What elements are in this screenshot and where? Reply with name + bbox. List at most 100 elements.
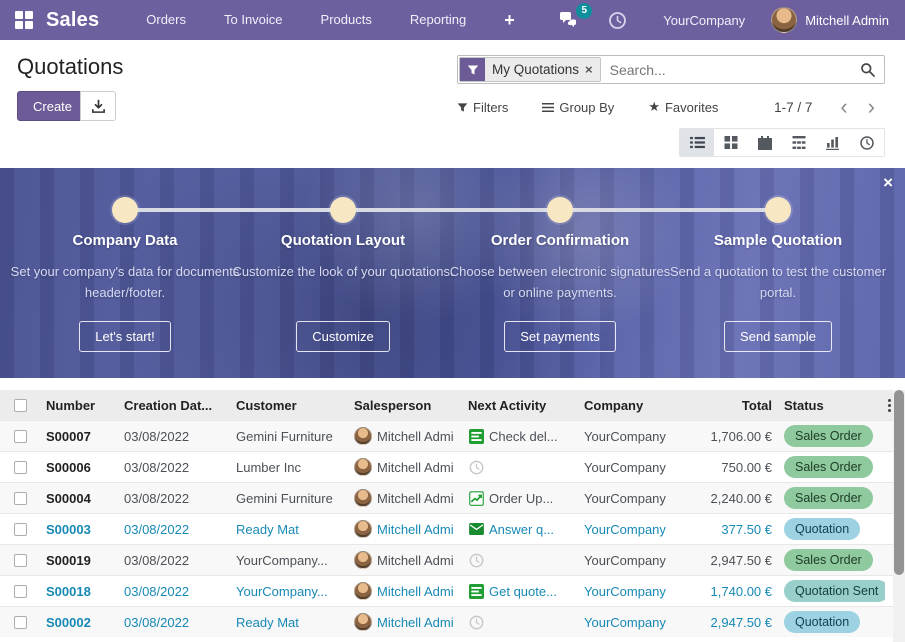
tasks-activity-icon[interactable]: [468, 583, 484, 599]
next-activity-label: Answer q...: [489, 522, 554, 537]
row-checkbox[interactable]: [14, 461, 27, 474]
table-row[interactable]: S00007 03/08/2022 Gemini Furniture Mitch…: [0, 420, 893, 451]
groupby-icon: [542, 102, 554, 113]
view-switcher: [679, 128, 885, 157]
graph-view-button[interactable]: [816, 129, 850, 156]
row-checkbox[interactable]: [14, 554, 27, 567]
column-options-icon[interactable]: [885, 399, 893, 412]
total-amount: 377.50 €: [682, 522, 778, 537]
filters-button[interactable]: Filters: [457, 100, 508, 115]
search-input[interactable]: [602, 56, 860, 83]
email-activity-icon[interactable]: [468, 521, 484, 537]
table-row[interactable]: S00019 03/08/2022 YourCompany... Mitchel…: [0, 544, 893, 575]
customer-name: Ready Mat: [230, 522, 348, 537]
status-badge: Sales Order: [784, 549, 873, 571]
creation-date: 03/08/2022: [118, 553, 230, 568]
salesperson-avatar: [354, 582, 372, 600]
plus-icon[interactable]: +: [485, 10, 534, 31]
table-row[interactable]: S00003 03/08/2022 Ready Mat Mitchell Adm…: [0, 513, 893, 544]
search-facet: My Quotations ×: [459, 57, 601, 82]
salesperson-name: Mitchell Admi: [377, 615, 454, 630]
upsell-chart-activity-icon[interactable]: [468, 490, 484, 506]
lets-start-button[interactable]: Let's start!: [79, 321, 171, 352]
salesperson-avatar: [354, 427, 372, 445]
search-bar: My Quotations ×: [457, 55, 885, 84]
select-all-checkbox[interactable]: [14, 399, 27, 412]
kanban-view-button[interactable]: [714, 129, 748, 156]
row-checkbox[interactable]: [14, 430, 27, 443]
column-header-creation-date[interactable]: Creation Dat...: [118, 398, 230, 413]
quotations-table: Number Creation Dat... Customer Salesper…: [0, 390, 893, 637]
export-button[interactable]: [80, 91, 116, 121]
star-icon: ★: [648, 99, 660, 115]
download-icon: [91, 99, 106, 114]
salesperson-avatar: [354, 520, 372, 538]
apps-grid-icon[interactable]: [15, 11, 33, 29]
clock-activity-icon[interactable]: [468, 614, 484, 630]
company-name: YourCompany: [578, 615, 682, 630]
table-row[interactable]: S00006 03/08/2022 Lumber Inc Mitchell Ad…: [0, 451, 893, 482]
row-checkbox[interactable]: [14, 585, 27, 598]
company-name: YourCompany: [578, 460, 682, 475]
pager-next-icon[interactable]: ›: [858, 96, 885, 118]
nav-menu-to-invoice[interactable]: To Invoice: [205, 0, 302, 40]
calendar-view-button[interactable]: [748, 129, 782, 156]
nav-menu-orders[interactable]: Orders: [127, 0, 205, 40]
control-panel: Quotations Create My Quotations ×: [0, 40, 905, 168]
activity-clock-icon[interactable]: [594, 11, 641, 30]
total-amount: 1,706.00 €: [682, 429, 778, 444]
messages-icon[interactable]: 5: [544, 11, 594, 29]
banner-close-icon[interactable]: ×: [883, 174, 893, 191]
column-header-status[interactable]: Status: [778, 398, 885, 413]
total-amount: 2,240.00 €: [682, 491, 778, 506]
clock-activity-icon[interactable]: [468, 552, 484, 568]
table-row[interactable]: S00004 03/08/2022 Gemini Furniture Mitch…: [0, 482, 893, 513]
list-view-button[interactable]: [680, 129, 714, 156]
row-checkbox[interactable]: [14, 616, 27, 629]
row-checkbox[interactable]: [14, 523, 27, 536]
page-title: Quotations: [17, 54, 123, 80]
table-scrollbar-track[interactable]: [893, 390, 905, 642]
company-switcher[interactable]: YourCompany: [663, 13, 745, 28]
create-button[interactable]: Create: [17, 91, 88, 121]
user-avatar[interactable]: [771, 7, 797, 33]
send-sample-button[interactable]: Send sample: [724, 321, 832, 352]
column-header-next-activity[interactable]: Next Activity: [462, 398, 578, 413]
pager-previous-icon[interactable]: ‹: [830, 96, 857, 118]
status-badge: Quotation: [784, 518, 860, 540]
progress-line: [125, 208, 778, 212]
column-header-number[interactable]: Number: [40, 398, 118, 413]
table-row[interactable]: S00002 03/08/2022 Ready Mat Mitchell Adm…: [0, 606, 893, 637]
facet-remove-icon[interactable]: ×: [585, 63, 593, 76]
salesperson-name: Mitchell Admi: [377, 584, 454, 599]
app-name[interactable]: Sales: [46, 9, 99, 32]
table-row[interactable]: S00018 03/08/2022 YourCompany... Mitchel…: [0, 575, 893, 606]
quotation-number: S00003: [40, 522, 118, 537]
creation-date: 03/08/2022: [118, 491, 230, 506]
groupby-button[interactable]: Group By: [542, 100, 614, 115]
set-payments-button[interactable]: Set payments: [504, 321, 616, 352]
quotation-number: S00004: [40, 491, 118, 506]
clock-activity-icon[interactable]: [468, 459, 484, 475]
total-amount: 750.00 €: [682, 460, 778, 475]
customize-button[interactable]: Customize: [296, 321, 389, 352]
search-icon[interactable]: [860, 56, 884, 83]
tasks-activity-icon[interactable]: [468, 428, 484, 444]
onboarding-step-quotation-layout: Quotation Layout Customize the look of y…: [228, 232, 458, 282]
favorites-button[interactable]: ★ Favorites: [648, 99, 718, 115]
pivot-view-button[interactable]: [782, 129, 816, 156]
column-header-company[interactable]: Company: [578, 398, 682, 413]
nav-menu-reporting[interactable]: Reporting: [391, 0, 485, 40]
nav-menu-products[interactable]: Products: [302, 0, 391, 40]
table-scrollbar-thumb[interactable]: [894, 390, 904, 575]
column-header-salesperson[interactable]: Salesperson: [348, 398, 462, 413]
activity-view-button[interactable]: [850, 129, 884, 156]
user-menu[interactable]: Mitchell Admin: [805, 13, 889, 28]
row-checkbox[interactable]: [14, 492, 27, 505]
creation-date: 03/08/2022: [118, 460, 230, 475]
status-badge: Sales Order: [784, 487, 873, 509]
status-badge: Sales Order: [784, 425, 873, 447]
salesperson-name: Mitchell Admi: [377, 429, 454, 444]
column-header-total[interactable]: Total: [682, 398, 778, 413]
column-header-customer[interactable]: Customer: [230, 398, 348, 413]
